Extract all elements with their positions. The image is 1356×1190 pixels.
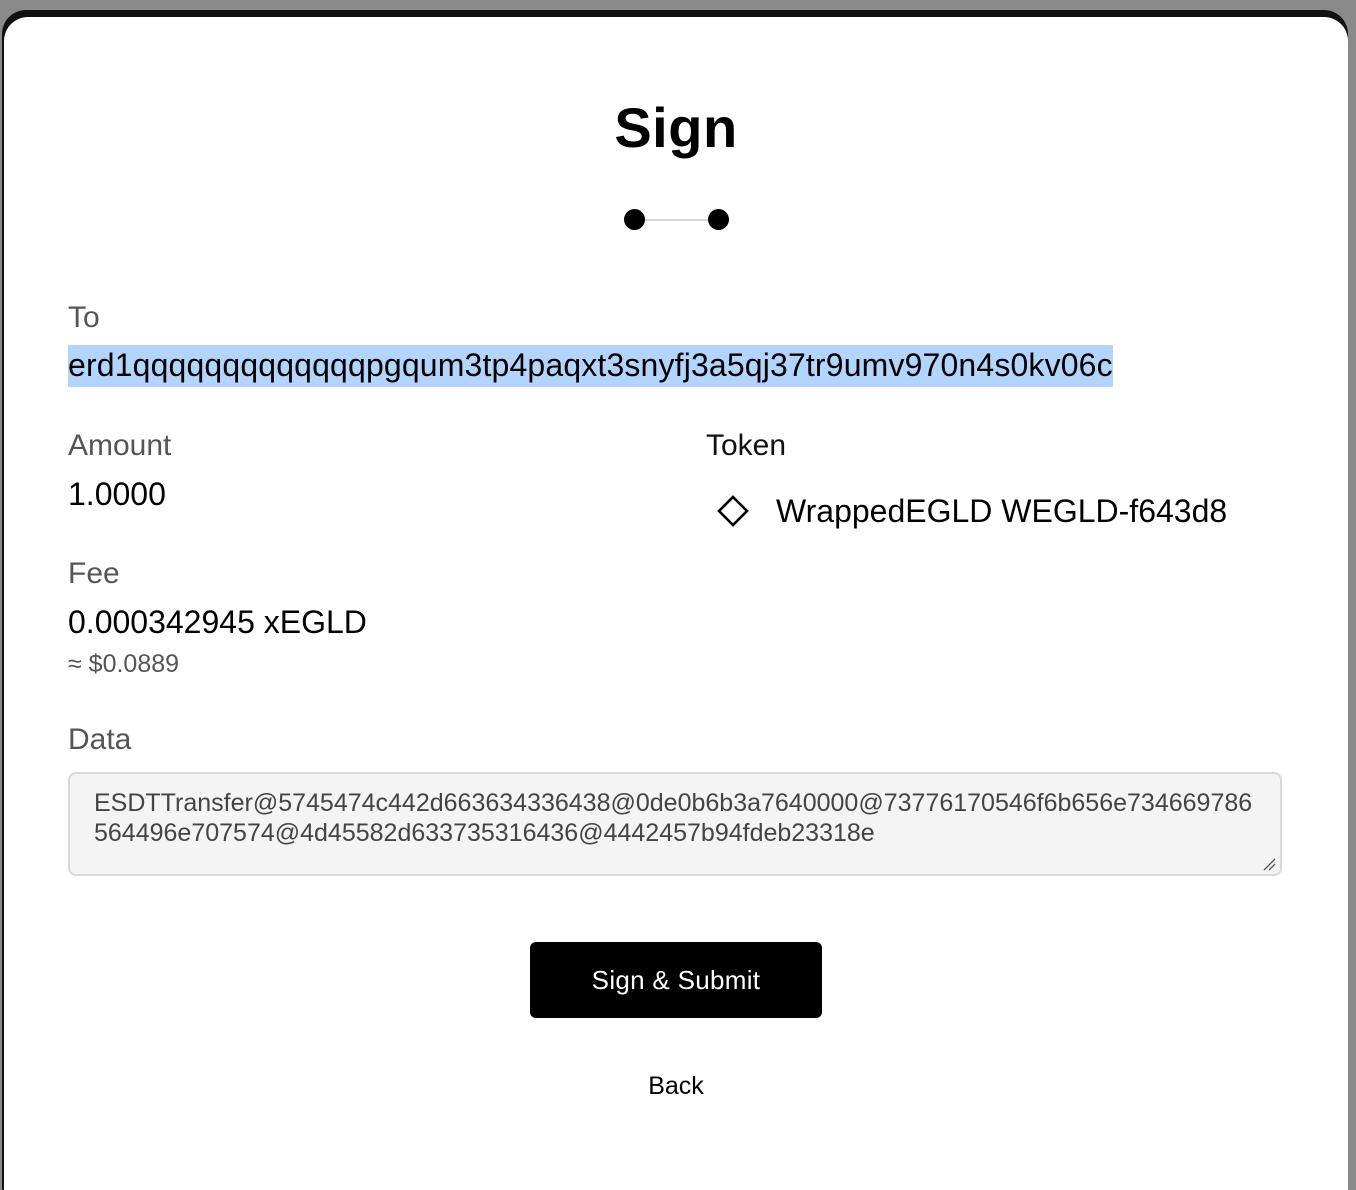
step-dot-1: [624, 209, 645, 230]
fee-label: Fee: [68, 557, 120, 590]
step-indicator: [624, 209, 736, 233]
diamond-icon: [716, 494, 750, 528]
sign-submit-button[interactable]: Sign & Submit: [530, 942, 822, 1018]
amount-label: Amount: [68, 429, 172, 462]
back-button[interactable]: Back: [4, 1072, 1348, 1101]
data-label: Data: [68, 723, 132, 756]
token-display: WrappedEGLD WEGLD-f643d8: [716, 489, 1227, 533]
modal-title: Sign: [614, 96, 738, 159]
sign-modal: Sign To erd1qqqqqqqqqqqqqpgqum3tp4paqxt3…: [4, 17, 1348, 1190]
to-label: To: [68, 301, 100, 334]
fee-value: 0.000342945 xEGLD: [68, 604, 367, 640]
fee-usd-value: ≈ $0.0889: [68, 650, 180, 678]
recipient-address[interactable]: erd1qqqqqqqqqqqqqpgqum3tp4paqxt3snyfj3a5…: [68, 345, 1113, 387]
data-textarea[interactable]: ESDTTransfer@5745474c442d663634336438@0d…: [68, 772, 1282, 876]
token-label: Token: [706, 429, 787, 462]
resize-grip-icon[interactable]: [1262, 857, 1276, 871]
amount-value: 1.0000: [68, 476, 166, 512]
token-value: WrappedEGLD WEGLD-f643d8: [776, 492, 1228, 529]
step-dot-2: [708, 209, 729, 230]
